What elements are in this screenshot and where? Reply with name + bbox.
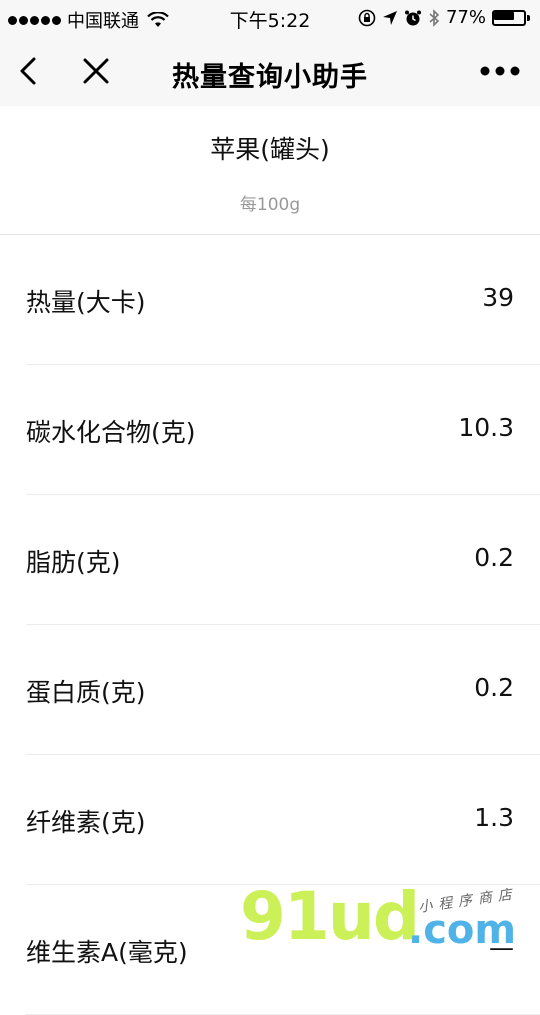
status-bar: 中国联通 下午5:22 77% — [0, 0, 540, 36]
nutrient-row-fiber: 纤维素(克) 1.3 — [26, 755, 540, 885]
watermark-logo: 91ud .com 小程序商店 — [240, 882, 540, 960]
orientation-lock-icon — [358, 9, 376, 26]
serving-unit: 每100g — [239, 195, 301, 215]
food-name: 苹果(罐头) — [210, 135, 330, 164]
nutrient-value: 39 — [482, 283, 514, 312]
page-title: 热量查询小助手 — [172, 62, 368, 93]
more-dots-icon — [480, 66, 520, 76]
battery-percent: 77% — [445, 7, 486, 28]
nutrient-label: 维生素A(毫克) — [26, 938, 188, 967]
nutrient-label: 热量(大卡) — [26, 288, 146, 317]
nutrient-row-calories: 热量(大卡) 39 — [26, 235, 540, 365]
nutrient-value: 0.2 — [474, 673, 514, 702]
battery-icon — [492, 9, 530, 26]
nutrient-value: 10.3 — [458, 413, 514, 442]
nutrient-row-protein: 蛋白质(克) 0.2 — [26, 625, 540, 755]
nutrient-value: 0.2 — [474, 543, 514, 572]
nutrient-row-fat: 脂肪(克) 0.2 — [26, 495, 540, 625]
nutrient-value: 1.3 — [474, 803, 514, 832]
nutrient-label: 碳水化合物(克) — [26, 418, 196, 447]
more-button[interactable] — [478, 53, 522, 89]
nutrient-label: 蛋白质(克) — [26, 678, 146, 707]
location-icon — [382, 10, 397, 25]
alarm-icon — [404, 10, 421, 25]
nutrient-label: 脂肪(克) — [26, 548, 121, 577]
food-header: 苹果(罐头) 每100g — [0, 106, 540, 235]
watermark-main: 91ud — [240, 878, 420, 955]
nav-bar: 热量查询小助手 — [0, 36, 540, 106]
nutrient-label: 纤维素(克) — [26, 808, 146, 837]
nutrient-row-carbohydrate: 碳水化合物(克) 10.3 — [26, 365, 540, 495]
bluetooth-icon — [429, 8, 440, 27]
status-right: 77% — [358, 7, 530, 28]
